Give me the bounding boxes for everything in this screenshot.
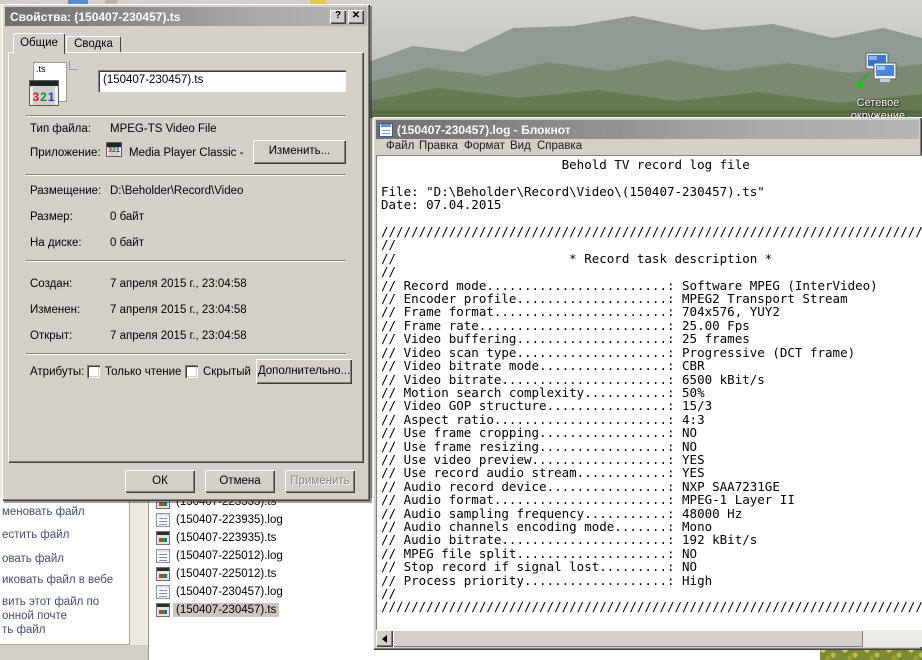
icon-digit: 1 (48, 90, 56, 104)
type-label: Тип файла: (30, 123, 91, 135)
file-tasks-panel: меновать файл естить файл овать файл ико… (0, 498, 130, 645)
network-monitors-icon (856, 52, 900, 92)
ts-file-icon (156, 531, 170, 545)
created-value: 7 апреля 2015 г., 23:04:58 (110, 278, 247, 290)
close-button[interactable]: ✕ (348, 10, 364, 24)
change-button[interactable]: Изменить... (253, 140, 346, 164)
network-icon-label-line1: Сетевое (845, 97, 911, 110)
menu-edit[interactable]: Правка (419, 140, 458, 152)
icon-digit: 3 (32, 90, 40, 104)
desktop-wallpaper (368, 0, 922, 118)
task-print-file[interactable]: ть файл (2, 624, 45, 636)
file-row[interactable]: (150407-225012).log (156, 547, 286, 564)
task-email-file-line2[interactable]: онной почте (2, 610, 67, 622)
log-file-icon (156, 585, 170, 599)
accessed-label: Открыт: (30, 330, 72, 342)
media-player-classic-icon: 321 (29, 80, 59, 106)
readonly-checkbox[interactable] (87, 365, 100, 378)
modified-value: 7 апреля 2015 г., 23:04:58 (110, 304, 247, 316)
ts-file-icon (156, 603, 170, 617)
notepad-window: (150407-230457).log - Блокнот Файл Правк… (373, 117, 922, 650)
accessed-value: 7 апреля 2015 г., 23:04:58 (110, 330, 247, 342)
separator (26, 115, 346, 117)
mountains-image (368, 0, 922, 118)
file-extension-label: .ts (36, 64, 46, 74)
app-label: Приложение: (30, 147, 101, 159)
dialog-title: Свойства: (150407-230457).ts (10, 10, 180, 24)
file-name: (150407-223935).log (173, 513, 286, 527)
separator (26, 260, 346, 262)
on-disk-value: 0 байт (110, 237, 144, 249)
scroll-left-icon (382, 635, 387, 643)
file-row[interactable]: (150407-230457).log (156, 583, 286, 600)
log-file-icon (156, 549, 170, 563)
notepad-icon (379, 123, 393, 137)
modified-label: Изменен: (30, 304, 80, 316)
separator (26, 353, 346, 355)
apply-button: Применить (285, 470, 355, 493)
menu-view[interactable]: Вид (510, 140, 531, 152)
media-player-classic-icon-small: ​321 (106, 142, 123, 158)
type-value: MPEG-TS Video File (110, 123, 217, 135)
tab-general[interactable]: Общие (13, 33, 65, 54)
ts-file-icon (156, 567, 170, 581)
file-name-input[interactable]: (150407-230457).ts (98, 70, 346, 92)
hidden-label: Скрытый (203, 366, 251, 378)
scroll-left-button[interactable] (376, 630, 393, 647)
readonly-label: Только чтение (105, 366, 181, 378)
app-value: Media Player Classic - (129, 147, 243, 159)
log-text: Behold TV record log file File: "D:\Beho… (377, 156, 922, 614)
horizontal-scrollbar[interactable] (376, 630, 922, 647)
task-publish-file[interactable]: иковать файл в вебе (2, 574, 113, 586)
menu-file[interactable]: Файл (386, 140, 414, 152)
advanced-button[interactable]: Дополнительно... (256, 359, 352, 384)
menu-format[interactable]: Формат (464, 140, 505, 152)
cancel-button[interactable]: Отмена (205, 470, 275, 493)
task-email-file-line1[interactable]: вить этот файл по (2, 596, 99, 608)
network-neighborhood-icon[interactable]: Сетевое окружение (845, 52, 911, 122)
task-copy-file[interactable]: овать файл (2, 553, 64, 565)
task-rename-file[interactable]: меновать файл (2, 506, 85, 518)
file-row[interactable]: (150407-225012).ts (156, 565, 279, 582)
created-label: Создан: (30, 278, 72, 290)
file-row[interactable]: (150407-223935).log (156, 511, 286, 528)
ts-file-icon-large: .ts 321 (29, 62, 77, 108)
separator (26, 174, 346, 176)
explorer-bottom-strip (0, 645, 148, 660)
file-row[interactable]: (150407-223935).ts (156, 529, 279, 546)
icon-digit: 2 (40, 90, 48, 104)
notepad-title-bar[interactable]: (150407-230457).log - Блокнот (376, 120, 919, 139)
notepad-text-area[interactable]: Behold TV record log file File: "D:\Beho… (376, 155, 922, 630)
general-tab-page: .ts 321 (150407-230457).ts Тип файла: MP… (8, 52, 364, 463)
file-name: (150407-223935).ts (173, 531, 279, 545)
properties-dialog: Свойства: (150407-230457).ts ? ✕ Общие С… (2, 4, 370, 501)
location-value: D:\Beholder\Record\Video (110, 185, 243, 197)
attributes-label: Атрибуты: (30, 366, 84, 378)
ok-button[interactable]: ОК (125, 470, 195, 493)
help-button[interactable]: ? (330, 10, 346, 24)
file-row-selected[interactable]: (150407-230457).ts (156, 601, 279, 618)
scrollbar-thumb[interactable] (393, 630, 863, 647)
notepad-title: (150407-230457).log - Блокнот (397, 123, 571, 137)
location-label: Размещение: (30, 185, 101, 197)
on-disk-label: На диске: (30, 237, 82, 249)
dialog-title-bar[interactable]: Свойства: (150407-230457).ts ? ✕ (5, 7, 367, 26)
file-name: (150407-225012).ts (173, 567, 279, 581)
file-name: (150407-230457).log (173, 585, 286, 599)
page-fold-corner (69, 61, 78, 70)
log-file-icon (156, 513, 170, 527)
file-name: (150407-225012).log (173, 549, 286, 563)
file-name: (150407-230457).ts (173, 603, 279, 617)
task-move-file[interactable]: естить файл (2, 529, 69, 541)
size-value: 0 байт (110, 211, 144, 223)
menu-help[interactable]: Справка (537, 140, 582, 152)
hidden-checkbox[interactable] (185, 365, 198, 378)
notepad-menu-bar: Файл Правка Формат Вид Справка (376, 139, 919, 155)
size-label: Размер: (30, 211, 73, 223)
